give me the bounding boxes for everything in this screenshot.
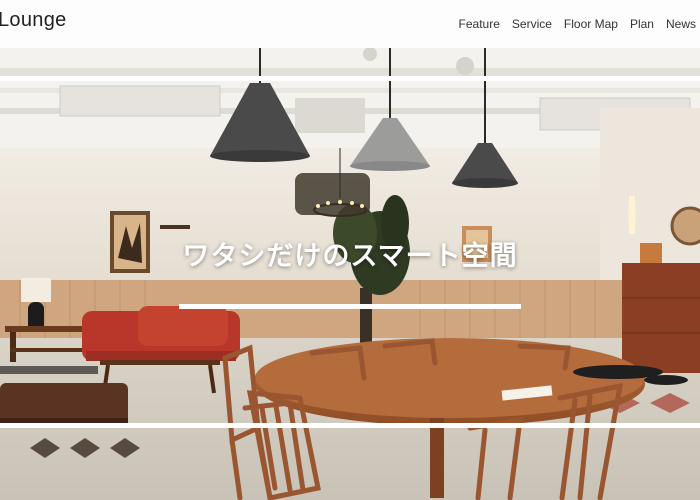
hero-image (0, 48, 700, 500)
nav-news[interactable]: News (666, 17, 696, 31)
divider-bottom (0, 423, 700, 428)
site-logo[interactable]: Lounge (0, 9, 67, 32)
nav-plan[interactable]: Plan (630, 17, 654, 31)
lounge-photo (0, 48, 700, 500)
headline-underline (179, 304, 521, 309)
main-nav: Feature Service Floor Map Plan News (459, 17, 696, 31)
hero-headline: ワタシだけのスマート空間 (182, 241, 518, 272)
nav-service[interactable]: Service (512, 17, 552, 31)
nav-floor-map[interactable]: Floor Map (564, 17, 618, 31)
divider-top (0, 76, 700, 81)
site-header: Lounge Feature Service Floor Map Plan Ne… (0, 0, 700, 48)
nav-feature[interactable]: Feature (459, 17, 500, 31)
